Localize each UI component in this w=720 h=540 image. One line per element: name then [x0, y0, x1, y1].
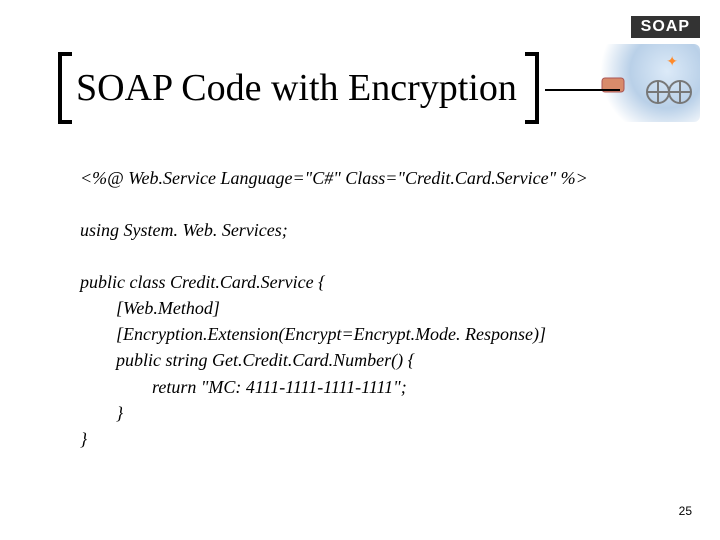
page-number: 25 — [679, 504, 692, 518]
code-line: [Web.Method] — [80, 295, 660, 321]
slide-title: SOAP Code with Encryption — [76, 66, 517, 110]
code-blank — [80, 191, 660, 217]
code-line: return "MC: 4111-1111-1111-1111"; — [80, 374, 660, 400]
code-blank — [80, 243, 660, 269]
code-block: <%@ Web.Service Language="C#" Class="Cre… — [80, 165, 660, 452]
code-line: [Encryption.Extension(Encrypt=Encrypt.Mo… — [80, 321, 660, 347]
sparkle-icon: ✦ — [666, 54, 678, 71]
title-rule — [545, 89, 620, 91]
slide-title-wrap: SOAP Code with Encryption — [58, 52, 620, 124]
right-bracket-icon — [525, 52, 539, 124]
code-line: using System. Web. Services; — [80, 217, 660, 243]
left-bracket-icon — [58, 52, 72, 124]
soap-logo-label: SOAP — [631, 16, 700, 38]
code-line: public class Credit.Card.Service { — [80, 269, 660, 295]
code-line: public string Get.Credit.Card.Number() { — [80, 347, 660, 373]
code-line: } — [80, 426, 660, 452]
code-line: } — [80, 400, 660, 426]
code-line: <%@ Web.Service Language="C#" Class="Cre… — [80, 165, 660, 191]
